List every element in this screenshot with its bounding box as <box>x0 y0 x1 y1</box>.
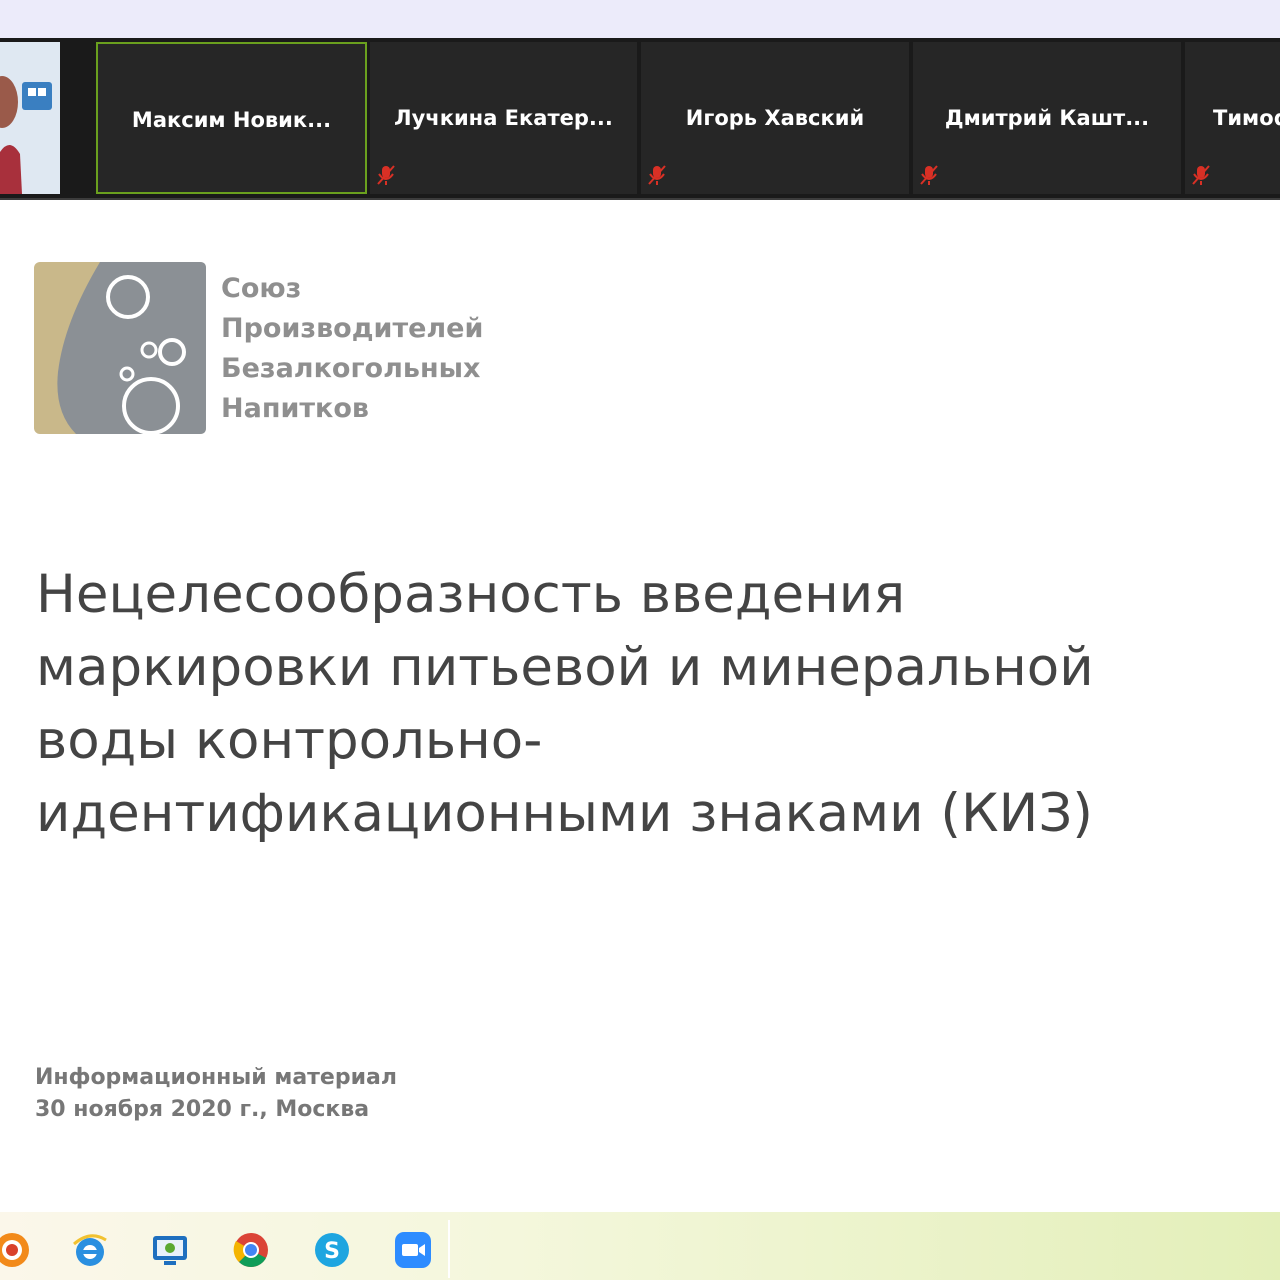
muted-mic-icon <box>648 165 666 185</box>
participant-name: Лучкина Екатер... <box>394 106 613 130</box>
muted-mic-icon <box>1192 165 1210 185</box>
participant-tile[interactable]: Игорь Хавский <box>641 42 909 194</box>
organization-logo <box>34 262 206 434</box>
window-title-bar <box>0 0 1280 38</box>
chrome-icon[interactable] <box>231 1230 271 1270</box>
participant-name: Максим Новик... <box>131 108 332 132</box>
muted-mic-icon <box>377 165 395 185</box>
slide-title-line: идентификационными знаками (КИЗ) <box>36 783 1093 844</box>
monitor-app-icon[interactable] <box>150 1230 190 1270</box>
org-name-line: Производителей <box>221 313 484 344</box>
participant-name: Тимоф <box>1213 106 1280 130</box>
participant-tile[interactable]: Дмитрий Кашт... <box>913 42 1181 194</box>
participant-photo <box>0 42 60 194</box>
participant-strip[interactable]: Максим Новик... Лучкина Екатер... Игорь … <box>0 38 1280 200</box>
participant-tile[interactable]: Максим Новик... <box>96 42 367 194</box>
slide-title-line: воды контрольно- <box>36 710 543 771</box>
skype-icon[interactable]: S <box>312 1230 352 1270</box>
slide-title-line: маркировки питьевой и минеральной <box>36 637 1094 698</box>
taskbar-separator <box>448 1220 450 1278</box>
self-video-thumbnail[interactable] <box>0 42 60 194</box>
svg-text:S: S <box>324 1239 340 1264</box>
participant-tile[interactable]: Лучкина Екатер... <box>370 42 637 194</box>
muted-mic-icon <box>920 165 938 185</box>
participant-name: Дмитрий Кашт... <box>944 106 1150 130</box>
taskbar: S <box>0 1212 1280 1280</box>
app-icon[interactable] <box>0 1230 32 1270</box>
slide-title-line: Нецелесообразность введения <box>36 564 906 625</box>
participant-tile[interactable]: Тимоф <box>1185 42 1280 194</box>
shared-screen-slide: Союз Производителей Безалкогольных Напит… <box>0 200 1280 1212</box>
org-name-line: Напитков <box>221 393 369 424</box>
org-name-line: Союз <box>221 273 302 304</box>
slide-title: Нецелесообразность введения маркировки п… <box>36 558 1236 850</box>
slide-footer: Информационный материал 30 ноября 2020 г… <box>35 1062 397 1126</box>
footer-line: 30 ноября 2020 г., Москва <box>35 1097 370 1122</box>
internet-explorer-icon[interactable] <box>70 1230 110 1270</box>
footer-line: Информационный материал <box>35 1065 397 1090</box>
participant-name: Игорь Хавский <box>685 106 865 130</box>
zoom-icon[interactable] <box>393 1230 433 1270</box>
org-name-line: Безалкогольных <box>221 353 481 384</box>
